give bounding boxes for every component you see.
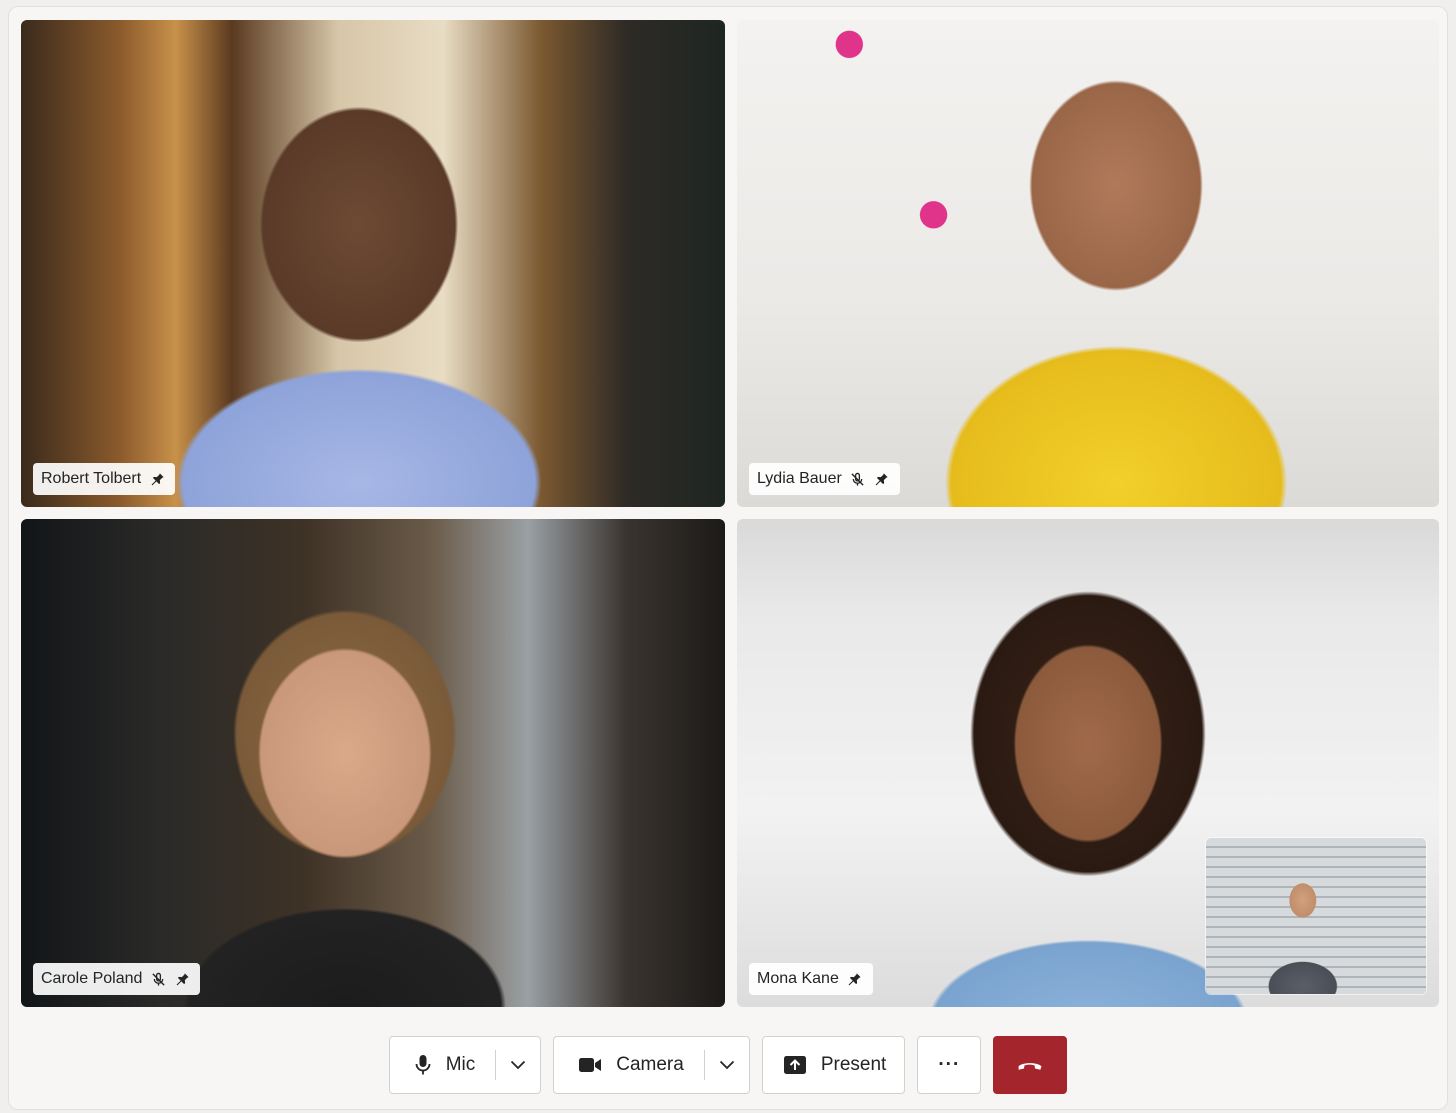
call-control-bar: Mic Camera Present ···: [9, 1035, 1447, 1095]
more-icon: ···: [938, 1054, 961, 1075]
camera-icon: [578, 1056, 602, 1074]
mic-button[interactable]: Mic: [390, 1037, 496, 1093]
pin-icon[interactable]: [149, 471, 165, 487]
mic-options-button[interactable]: [496, 1037, 540, 1093]
chevron-down-icon: [510, 1060, 526, 1070]
mic-label: Mic: [445, 1054, 476, 1075]
self-view-video[interactable]: [1205, 837, 1427, 995]
more-options-button[interactable]: ···: [917, 1036, 982, 1094]
participant-name: Mona Kane: [757, 970, 839, 987]
chevron-down-icon: [719, 1060, 735, 1070]
camera-button[interactable]: Camera: [554, 1037, 704, 1093]
leave-call-button[interactable]: [993, 1036, 1068, 1094]
mic-off-icon: [150, 971, 166, 987]
video-tile-lydia-bauer[interactable]: Lydia Bauer: [737, 20, 1439, 507]
participant-video: [737, 20, 1439, 507]
pin-icon[interactable]: [174, 971, 190, 987]
participant-name-tag: Lydia Bauer: [749, 463, 900, 495]
participant-video: [21, 519, 725, 1007]
video-tile-mona-kane[interactable]: Mona Kane: [737, 519, 1439, 1007]
mic-control: Mic: [388, 1036, 542, 1094]
participant-name-tag: Carole Poland: [33, 963, 201, 995]
participant-name-tag: Robert Tolbert: [33, 463, 176, 495]
participant-video: [21, 20, 725, 507]
camera-options-button[interactable]: [705, 1037, 749, 1093]
mic-icon: [414, 1054, 432, 1076]
participant-name: Robert Tolbert: [41, 470, 142, 487]
share-screen-icon: [783, 1055, 807, 1075]
mic-off-icon: [850, 471, 866, 487]
participant-name: Lydia Bauer: [757, 470, 842, 487]
pin-icon[interactable]: [874, 471, 890, 487]
meeting-window: Robert Tolbert Lydia Bauer Carole Poland: [8, 6, 1448, 1110]
pin-icon[interactable]: [847, 971, 863, 987]
camera-control: Camera: [553, 1036, 750, 1094]
self-video-feed: [1206, 838, 1426, 994]
video-tile-carole-poland[interactable]: Carole Poland: [21, 519, 725, 1007]
present-button[interactable]: Present: [761, 1036, 906, 1094]
video-tile-robert-tolbert[interactable]: Robert Tolbert: [21, 20, 725, 507]
phone-hangup-icon: [1017, 1059, 1043, 1071]
participant-name-tag: Mona Kane: [749, 963, 873, 995]
camera-label: Camera: [616, 1054, 684, 1075]
present-label: Present: [820, 1054, 887, 1075]
participant-name: Carole Poland: [41, 970, 143, 987]
